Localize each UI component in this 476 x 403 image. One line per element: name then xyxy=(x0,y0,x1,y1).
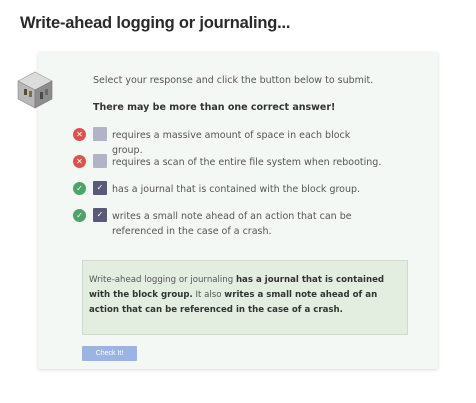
checkbox-3[interactable]: ✓ xyxy=(93,181,107,195)
x-circle-icon: ✕ xyxy=(73,155,86,168)
checkbox-2[interactable] xyxy=(93,154,107,168)
x-circle-icon: ✕ xyxy=(73,128,86,141)
checkbox-4[interactable]: ✓ xyxy=(93,208,107,222)
cube-icon xyxy=(17,71,53,109)
page-title: Write-ahead logging or journaling... xyxy=(20,14,291,32)
choice-4-text: writes a small note ahead of an action t… xyxy=(112,211,352,237)
choice-2-text: requires a scan of the entire file syste… xyxy=(112,157,382,168)
check-it-button[interactable]: Check It! xyxy=(82,346,137,361)
feedback-panel: Write-ahead logging or journaling has a … xyxy=(82,260,408,335)
check-circle-icon: ✓ xyxy=(73,182,86,195)
instructions-text: Select your response and click the butto… xyxy=(93,75,374,86)
feedback-text: Write-ahead logging or journaling xyxy=(89,275,236,285)
choice-3-text: has a journal that is contained with the… xyxy=(112,184,361,195)
check-circle-icon: ✓ xyxy=(73,209,86,222)
multi-answer-note: There may be more than one correct answe… xyxy=(93,102,336,113)
choice-1-text: requires a massive amount of space in ea… xyxy=(112,130,351,156)
checkbox-1[interactable] xyxy=(93,127,107,141)
feedback-text: It also xyxy=(192,290,225,300)
